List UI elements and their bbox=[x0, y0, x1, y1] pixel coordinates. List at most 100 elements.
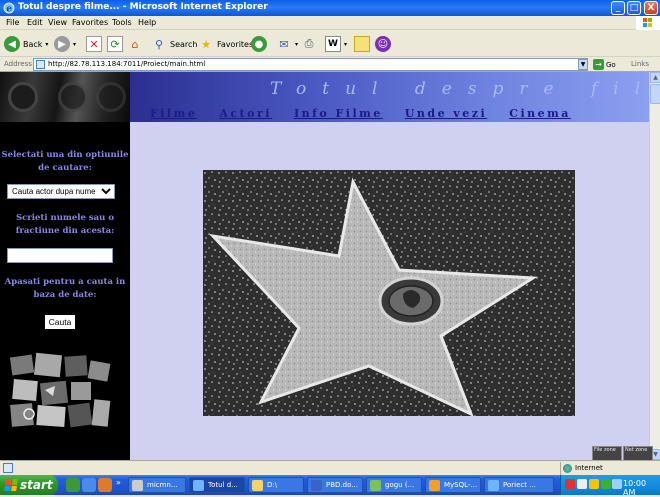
page-icon bbox=[36, 60, 45, 69]
forward-arrow-icon: ▶ bbox=[54, 36, 70, 52]
back-label: Back bbox=[23, 39, 43, 49]
nav-unde-vezi[interactable]: Unde vezi bbox=[405, 107, 487, 120]
menu-bar: File Edit View Favorites Tools Help bbox=[0, 16, 660, 30]
chevron-down-icon: ▾ bbox=[45, 40, 49, 48]
back-button[interactable]: ◀ Back ▾ bbox=[4, 35, 48, 53]
name-prompt: Scrieti numele sau o fractiune din acest… bbox=[15, 213, 115, 236]
messenger-button[interactable]: ☺ bbox=[375, 35, 391, 53]
menu-tools[interactable]: Tools bbox=[112, 18, 132, 27]
close-button[interactable]: X bbox=[644, 1, 658, 15]
tray-icon[interactable] bbox=[577, 479, 587, 489]
search-label: Search bbox=[170, 39, 198, 49]
clock: 10:00 AM bbox=[623, 479, 647, 497]
tray-icon[interactable] bbox=[589, 479, 599, 489]
chevron-down-icon: ▾ bbox=[73, 40, 77, 48]
tray-icon[interactable] bbox=[565, 479, 575, 489]
file-zone-label: File zone bbox=[594, 447, 616, 453]
menu-file[interactable]: File bbox=[6, 18, 19, 27]
walk-of-fame-star-image bbox=[203, 170, 575, 416]
stop-button[interactable]: ✕ bbox=[86, 35, 102, 53]
nav-cinema[interactable]: Cinema bbox=[509, 107, 571, 120]
task-button[interactable]: PBD.do... bbox=[307, 477, 363, 493]
forward-button[interactable]: ▶ ▾ bbox=[54, 35, 76, 53]
zone-label: Internet bbox=[575, 464, 603, 472]
print-button[interactable]: ⎙ bbox=[301, 35, 317, 53]
quicklaunch-desktop-icon[interactable] bbox=[66, 478, 80, 492]
film-reel-icon bbox=[58, 82, 88, 112]
quicklaunch-app-icon[interactable] bbox=[98, 478, 112, 492]
note-icon bbox=[354, 36, 370, 52]
search-sidebar: Selectati una din optiunile de cautare: … bbox=[0, 72, 130, 460]
quicklaunch-ie-icon[interactable] bbox=[82, 478, 96, 492]
window-title: Totul despre filme... - Microsoft Intern… bbox=[18, 2, 268, 12]
address-url: http://82.78.113.184:7011/Proiect/main.h… bbox=[48, 60, 206, 68]
media-button[interactable]: ● bbox=[251, 35, 267, 53]
links-button[interactable]: Links bbox=[631, 60, 649, 68]
address-dropdown[interactable]: ▼ bbox=[578, 59, 588, 70]
scroll-thumb[interactable] bbox=[650, 84, 660, 104]
cauta-button[interactable]: Cauta bbox=[44, 314, 76, 330]
site-title: Totul despre filme bbox=[270, 79, 649, 99]
nav-info-filme[interactable]: Info Filme bbox=[294, 107, 383, 120]
refresh-icon: ⟳ bbox=[107, 36, 123, 52]
favorites-button[interactable]: ★ Favorites bbox=[198, 35, 253, 53]
address-label: Address bbox=[4, 60, 32, 68]
discuss-button[interactable] bbox=[354, 35, 370, 53]
home-icon: ⌂ bbox=[131, 37, 139, 51]
menu-view[interactable]: View bbox=[48, 18, 67, 27]
film-collage-image bbox=[9, 352, 111, 430]
windows-flag-icon bbox=[4, 479, 18, 491]
ie-logo-icon: e bbox=[3, 2, 15, 14]
network-icon[interactable] bbox=[612, 479, 622, 489]
status-bar: Internet bbox=[0, 460, 660, 475]
name-input[interactable] bbox=[7, 248, 113, 263]
film-reel-icon bbox=[96, 82, 126, 112]
go-button[interactable]: → Go bbox=[593, 59, 616, 70]
scroll-up-icon[interactable]: ▲ bbox=[650, 72, 660, 83]
task-label: Poriect ... bbox=[503, 481, 536, 489]
home-button[interactable]: ⌂ bbox=[127, 35, 143, 53]
svg-text:e: e bbox=[6, 5, 12, 15]
search-button[interactable]: ⚲ Search bbox=[151, 35, 198, 53]
task-label: PBD.do... bbox=[326, 481, 358, 489]
refresh-button[interactable]: ⟳ bbox=[107, 35, 123, 53]
globe-icon bbox=[563, 464, 572, 473]
system-tray: 10:00 AM bbox=[560, 475, 660, 497]
task-button[interactable]: Totul d... bbox=[189, 477, 245, 493]
net-zone-label: Net zone bbox=[625, 447, 648, 453]
menu-edit[interactable]: Edit bbox=[27, 18, 43, 27]
mail-button[interactable]: ✉ ▾ bbox=[276, 35, 298, 53]
toolbar: ◀ Back ▾ ▶ ▾ ✕ ⟳ ⌂ ⚲ Search ★ Favorites … bbox=[0, 31, 660, 57]
edit-button[interactable]: W ▾ bbox=[325, 35, 347, 53]
media-icon: ● bbox=[251, 36, 267, 52]
search-icon: ⚲ bbox=[154, 37, 164, 51]
task-label: micmn... bbox=[147, 481, 178, 489]
stop-icon: ✕ bbox=[86, 36, 102, 52]
quicklaunch-more-icon[interactable]: » bbox=[116, 478, 121, 487]
task-button[interactable]: Poriect ... bbox=[484, 477, 554, 493]
select-prompt: Selectati una din optiunile de cautare: bbox=[1, 150, 129, 173]
tray-icon[interactable] bbox=[601, 479, 611, 489]
messenger-icon: ☺ bbox=[375, 36, 391, 52]
minimize-button[interactable]: _ bbox=[611, 1, 625, 15]
start-button[interactable]: start bbox=[0, 475, 58, 495]
search-type-select[interactable]: Cauta actor dupa nume bbox=[7, 184, 115, 199]
star-icon: ★ bbox=[201, 37, 211, 51]
nav-filme[interactable]: Filme bbox=[150, 107, 197, 120]
task-label: Totul d... bbox=[208, 481, 238, 489]
task-button[interactable]: MySQL-... bbox=[425, 477, 481, 493]
task-button[interactable]: micmn... bbox=[128, 477, 186, 493]
word-icon: W bbox=[325, 36, 341, 52]
menu-favorites[interactable]: Favorites bbox=[72, 18, 108, 27]
task-button[interactable]: gogu (... bbox=[366, 477, 422, 493]
maximize-button[interactable]: □ bbox=[627, 1, 641, 15]
vertical-scrollbar[interactable]: ▲ ▼ bbox=[649, 72, 660, 460]
nav-actori[interactable]: Actori bbox=[219, 107, 272, 120]
back-arrow-icon: ◀ bbox=[4, 36, 20, 52]
address-input[interactable]: http://82.78.113.184:7011/Proiect/main.h… bbox=[33, 58, 588, 71]
chevron-down-icon: ▾ bbox=[344, 40, 348, 48]
menu-help[interactable]: Help bbox=[138, 18, 156, 27]
task-button[interactable]: D:\ bbox=[248, 477, 304, 493]
page-icon bbox=[3, 463, 13, 473]
printer-icon: ⎙ bbox=[304, 37, 314, 50]
